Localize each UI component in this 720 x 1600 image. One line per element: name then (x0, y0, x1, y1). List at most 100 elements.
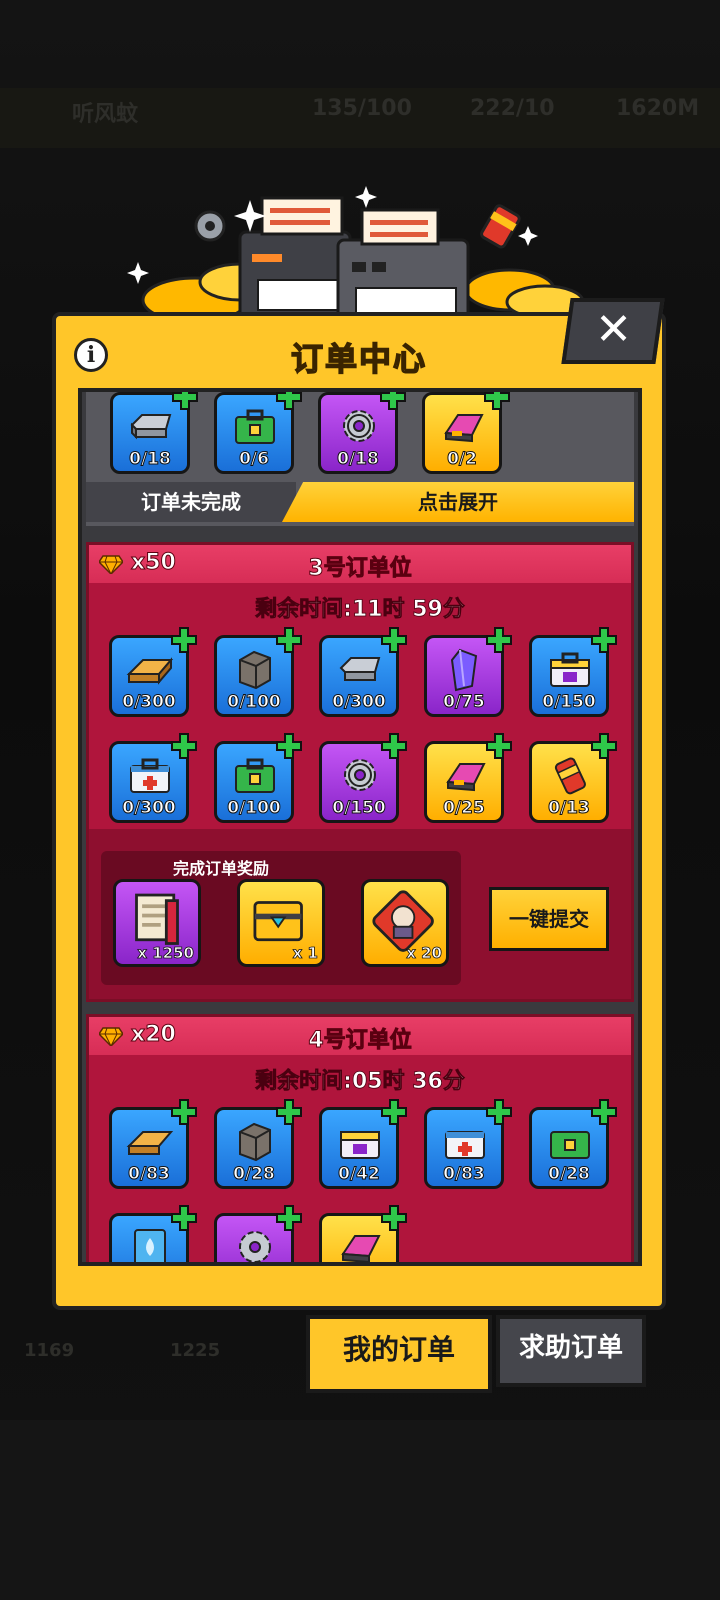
item-quantity: 0/300 (122, 798, 177, 819)
tab-my-orders[interactable]: 我的订单 (306, 1315, 492, 1393)
order-item-green-toolbox[interactable]: 0/6 (214, 392, 302, 474)
plus-icon[interactable] (380, 1098, 408, 1126)
item-quantity: 0/25 (443, 798, 486, 819)
order-slot-4: x20 4号订单位 剩余时间:05时 36分 0/83 0/28 0/42 0/… (86, 1014, 634, 1262)
order-item-wood-plank[interactable]: 0/300 (109, 627, 197, 717)
order-item-water-card[interactable] (109, 1205, 197, 1262)
plus-icon[interactable] (485, 1098, 513, 1126)
plus-icon[interactable] (170, 732, 198, 760)
item-quantity: 0/28 (233, 1164, 276, 1185)
order-item-stone-block[interactable]: 0/28 (214, 1099, 302, 1189)
reward-title: 完成订单奖励 (172, 859, 269, 878)
plus-icon[interactable] (380, 1204, 408, 1232)
one-click-submit-button[interactable]: 一键提交 (489, 887, 609, 951)
expand-order-button[interactable]: 点击展开 (282, 482, 634, 522)
reward-chest[interactable]: x 1 (237, 879, 325, 967)
order-item-pink-gadget[interactable]: 0/25 (424, 733, 512, 823)
plus-icon[interactable] (170, 1204, 198, 1232)
plus-icon[interactable] (275, 388, 303, 411)
plus-icon[interactable] (275, 1204, 303, 1232)
pink-gadget-icon (446, 763, 486, 792)
background-bottom-nav (0, 1420, 720, 1600)
order-incomplete-panel: 0/18 0/6 0/18 0/2 订单未完成 点击展开 (86, 392, 634, 526)
item-quantity: 0/75 (443, 692, 486, 713)
item-quantity: 0/2 (447, 449, 478, 470)
order-item-pink-gadget[interactable]: 0/2 (422, 392, 510, 474)
reward-blueprint[interactable]: x 1250 (113, 879, 201, 967)
order-title: 3号订单位 (308, 556, 412, 582)
close-icon: ✕ (594, 304, 632, 355)
item-quantity: 0/18 (337, 449, 380, 470)
plus-icon[interactable] (483, 388, 511, 411)
background-count-2: 1225 (170, 1340, 221, 1361)
plus-icon[interactable] (590, 626, 618, 654)
item-quantity: 0/83 (443, 1164, 486, 1185)
orders-scroll-list[interactable]: 0/18 0/6 0/18 0/2 订单未完成 点击展开 x50 3号订单位 剩… (78, 388, 642, 1266)
close-button[interactable]: ✕ (561, 298, 665, 364)
green-toolbox-icon (235, 409, 275, 444)
plus-icon[interactable] (380, 626, 408, 654)
purple-toolbox-icon (340, 1131, 380, 1159)
gear-icon (343, 410, 375, 442)
plus-icon[interactable] (275, 626, 303, 654)
plus-icon[interactable] (590, 1098, 618, 1126)
item-quantity: 0/28 (548, 1164, 591, 1185)
order-item-purple-crystal[interactable]: 0/75 (424, 627, 512, 717)
order-item-metal-ingot[interactable]: 0/18 (110, 392, 198, 474)
order-item-pink-gadget[interactable] (319, 1205, 407, 1262)
order-item-green-toolbox[interactable]: 0/28 (529, 1099, 617, 1189)
order-item-metal-ingot[interactable]: 0/300 (319, 627, 407, 717)
order-status-bar: 订单未完成 点击展开 (86, 482, 634, 522)
order-header: x20 4号订单位 (89, 1017, 631, 1055)
order-item-gear[interactable]: 0/18 (318, 392, 406, 474)
plus-icon[interactable] (590, 732, 618, 760)
item-quantity: 0/150 (542, 692, 597, 713)
item-quantity: 0/42 (338, 1164, 381, 1185)
tab-help-orders[interactable]: 求助订单 (496, 1315, 646, 1387)
metal-ingot-icon (130, 414, 172, 440)
item-quantity: 0/300 (122, 692, 177, 713)
order-center-dialog: i 订单中心 0/18 0/6 0/18 0/2 订单未完成 点击展开 x50 … (52, 312, 666, 1310)
plus-icon[interactable] (485, 626, 513, 654)
order-title: 4号订单位 (308, 1028, 412, 1054)
order-item-wood-plank[interactable]: 0/83 (109, 1099, 197, 1189)
plus-icon[interactable] (379, 388, 407, 411)
item-quantity: 0/18 (129, 449, 172, 470)
order-item-stone-block[interactable]: 0/100 (214, 627, 302, 717)
red-canister-icon (554, 757, 586, 795)
background-stat-1: 135/100 (312, 96, 412, 121)
item-quantity: 0/13 (548, 798, 591, 819)
order-item-medkit[interactable]: 0/300 (109, 733, 197, 823)
item-quantity: 0/150 (332, 798, 387, 819)
background-stat-3: 1620M (616, 96, 700, 121)
plus-icon[interactable] (380, 732, 408, 760)
order-item-red-canister[interactable]: 0/13 (529, 733, 617, 823)
order-item-green-toolbox[interactable]: 0/100 (214, 733, 302, 823)
wood-plank-icon (126, 657, 174, 685)
plus-icon[interactable] (485, 732, 513, 760)
item-quantity: 0/6 (239, 449, 270, 470)
item-quantity: 0/300 (332, 692, 387, 713)
plus-icon[interactable] (275, 732, 303, 760)
order-item-gear[interactable] (214, 1205, 302, 1262)
background-player-name: 听风蚊 (72, 102, 139, 127)
order-item-purple-toolbox[interactable]: 0/42 (319, 1099, 407, 1189)
order-item-gear[interactable]: 0/150 (319, 733, 407, 823)
order-header: x50 3号订单位 (89, 545, 631, 583)
order-item-purple-toolbox[interactable]: 0/150 (529, 627, 617, 717)
stone-block-icon (239, 650, 271, 690)
order-slot-3: x50 3号订单位 剩余时间:11时 59分 0/300 0/100 0/300 (86, 542, 634, 1002)
order-item-medkit[interactable]: 0/83 (424, 1099, 512, 1189)
plus-icon[interactable] (275, 1098, 303, 1126)
reward-hero-shard[interactable]: x 20 (361, 879, 449, 967)
plus-icon[interactable] (171, 388, 199, 411)
purple-toolbox-icon (550, 652, 590, 687)
reward-quantity: x 1 (292, 944, 318, 963)
gear-icon (239, 1231, 271, 1262)
plus-icon[interactable] (170, 1098, 198, 1126)
plus-icon[interactable] (170, 626, 198, 654)
reward-quantity: x 20 (406, 944, 443, 963)
remaining-time: 剩余时间:11时 59分 (255, 597, 466, 623)
item-quantity: 0/100 (227, 692, 282, 713)
reward-box: 完成订单奖励 x 1250 x 1 x 20 (101, 851, 461, 985)
